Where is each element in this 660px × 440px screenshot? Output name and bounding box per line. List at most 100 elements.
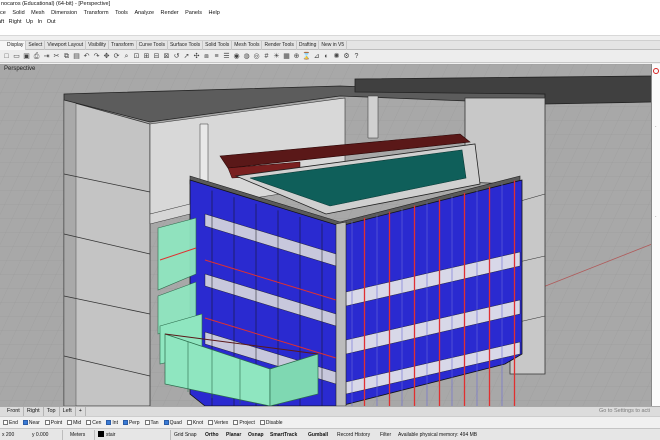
- tab-visibility[interactable]: Visibility: [86, 41, 110, 50]
- help-circle-icon[interactable]: [653, 68, 659, 74]
- undo-view-icon[interactable]: ↺: [172, 52, 181, 61]
- viewport-tab-strip: Front Right Top Left + Go to Settings to act…: [0, 406, 660, 416]
- grid-snap-toggle[interactable]: Grid Snap: [174, 429, 197, 440]
- command-history-item: Up: [26, 19, 34, 25]
- command-history-item: aft: [0, 19, 5, 25]
- zoom-all-icon[interactable]: ⊠: [162, 52, 171, 61]
- print-icon[interactable]: ⎙: [32, 52, 41, 61]
- osnap-checkbox[interactable]: [163, 420, 169, 425]
- osnap-checkbox[interactable]: [86, 420, 92, 425]
- save-icon[interactable]: ▣: [22, 52, 31, 61]
- zoom-window-icon[interactable]: ⊡: [132, 52, 141, 61]
- tab-mesh-tools[interactable]: Mesh Tools: [232, 41, 263, 50]
- osnap-checkbox[interactable]: [208, 420, 214, 425]
- menu-item-dimension[interactable]: Dimension: [51, 9, 77, 18]
- import-icon[interactable]: ⇥: [42, 52, 51, 61]
- tab-new-in-v5[interactable]: New in V5: [319, 41, 348, 50]
- open-icon[interactable]: ▭: [12, 52, 21, 61]
- tab-front-viewport[interactable]: Front: [0, 407, 24, 416]
- grid-icon[interactable]: #: [262, 52, 271, 61]
- osnap-bar: End Near Point Mid Cen Int Perp Tan Quad Knot Vert…: [0, 416, 660, 428]
- copy-object-icon[interactable]: ⧈: [202, 52, 211, 61]
- osnap-checkbox[interactable]: [144, 420, 150, 425]
- undo-icon[interactable]: ↶: [82, 52, 91, 61]
- tab-render-tools[interactable]: Render Tools: [262, 41, 297, 50]
- gumball-toggle[interactable]: Gumball: [308, 429, 328, 440]
- zoom-extents-icon[interactable]: ⊞: [142, 52, 151, 61]
- redo-icon[interactable]: ↷: [92, 52, 101, 61]
- osnap-checkbox[interactable]: [22, 420, 28, 425]
- render-icon[interactable]: ◉: [232, 52, 241, 61]
- menu-item-tools[interactable]: Tools: [115, 9, 128, 18]
- zoom-icon[interactable]: ⌕: [122, 52, 131, 61]
- menu-item-workspace[interactable]: ace: [0, 9, 6, 18]
- move-icon[interactable]: ✣: [192, 52, 201, 61]
- osnap-checkbox[interactable]: [3, 420, 8, 425]
- record-history-toggle[interactable]: Record History: [337, 429, 370, 440]
- perspective-viewport[interactable]: Perspective: [0, 64, 652, 406]
- divider: [62, 430, 63, 440]
- current-layer[interactable]: stair: [98, 429, 115, 440]
- viewport-title[interactable]: Perspective: [4, 66, 35, 72]
- pan-icon[interactable]: ✥: [102, 52, 111, 61]
- paste-icon[interactable]: ▤: [72, 52, 81, 61]
- command-prompt-input[interactable]: [0, 27, 660, 36]
- material-icon[interactable]: ◍: [242, 52, 251, 61]
- sun-icon[interactable]: ✺: [332, 52, 341, 61]
- command-history-item: In: [37, 19, 43, 25]
- menu-item-render[interactable]: Render: [161, 9, 179, 18]
- menu-item-transform[interactable]: Transform: [84, 9, 109, 18]
- smarttrack-toggle[interactable]: SmartTrack: [270, 429, 297, 440]
- osnap-checkbox[interactable]: [106, 420, 112, 425]
- tab-viewport-layout[interactable]: Viewport Layout: [45, 41, 87, 50]
- osnap-checkbox[interactable]: [259, 420, 265, 425]
- tab-left-viewport[interactable]: Left: [60, 407, 76, 416]
- osnap-checkbox[interactable]: [67, 420, 73, 425]
- menu-item-mesh[interactable]: Mesh: [31, 9, 44, 18]
- tab-top-viewport[interactable]: Top: [44, 407, 60, 416]
- tab-surface-tools[interactable]: Surface Tools: [168, 41, 204, 50]
- select-icon[interactable]: ➚: [182, 52, 191, 61]
- tab-curve-tools[interactable]: Curve Tools: [137, 41, 168, 50]
- add-viewport-tab-button[interactable]: +: [76, 407, 86, 416]
- osnap-checkbox[interactable]: [122, 420, 128, 425]
- gumball-icon[interactable]: ⊕: [292, 52, 301, 61]
- camera-icon[interactable]: ◎: [252, 52, 261, 61]
- osnap-checkbox[interactable]: [186, 420, 192, 425]
- light-icon[interactable]: ☀: [272, 52, 281, 61]
- menu-item-analyze[interactable]: Analyze: [134, 9, 154, 18]
- menu-bar: ace Solid Mesh Dimension Transform Tools…: [0, 9, 660, 18]
- menu-item-solid[interactable]: Solid: [12, 9, 24, 18]
- tab-right-viewport[interactable]: Right: [24, 407, 44, 416]
- osnap-label: Quad: [169, 420, 182, 426]
- properties-icon[interactable]: ☰: [222, 52, 231, 61]
- texture-icon[interactable]: ▦: [282, 52, 291, 61]
- history-icon[interactable]: ⌛: [302, 52, 311, 61]
- left-wall-shade: [63, 99, 77, 406]
- tab-drafting[interactable]: Drafting: [297, 41, 320, 50]
- tab-display[interactable]: Display: [0, 41, 27, 50]
- planar-toggle[interactable]: Planar: [226, 429, 241, 440]
- standard-toolbar: □ ▭ ▣ ⎙ ⇥ ✂ ⧉ ▤ ↶ ↷ ✥ ⟳ ⌕ ⊡ ⊞ ⊟ ⊠ ↺ ➚ ✣ ⧈ ≡ ☰ ◉ ◍ ◎ # ☀ ▦ ⊕ ⌛ ⊿ ◐ ✺ ⚙?: [0, 50, 660, 63]
- tab-select[interactable]: Select: [26, 41, 46, 50]
- osnap-checkbox[interactable]: [233, 420, 239, 425]
- menu-item-help[interactable]: Help: [208, 9, 219, 18]
- osnap-checkbox[interactable]: [44, 420, 50, 425]
- environment-icon[interactable]: ◐: [322, 52, 331, 61]
- tab-solid-tools[interactable]: Solid Tools: [203, 41, 233, 50]
- filter-button[interactable]: Filter: [380, 429, 391, 440]
- osnap-toggle[interactable]: Osnap: [248, 429, 264, 440]
- new-file-icon[interactable]: □: [2, 52, 11, 61]
- zoom-selected-icon[interactable]: ⊟: [152, 52, 161, 61]
- cplane-icon[interactable]: ⊿: [312, 52, 321, 61]
- layers-icon[interactable]: ≡: [212, 52, 221, 61]
- options-icon[interactable]: ⚙: [342, 52, 351, 61]
- menu-item-panels[interactable]: Panels: [185, 9, 202, 18]
- units-display[interactable]: Meters: [70, 429, 85, 440]
- copy-icon[interactable]: ⧉: [62, 52, 71, 61]
- cut-icon[interactable]: ✂: [52, 52, 61, 61]
- help-icon[interactable]: ?: [352, 52, 361, 61]
- tab-transform[interactable]: Transform: [109, 41, 137, 50]
- rotate-view-icon[interactable]: ⟳: [112, 52, 121, 61]
- ortho-toggle[interactable]: Ortho: [205, 429, 219, 440]
